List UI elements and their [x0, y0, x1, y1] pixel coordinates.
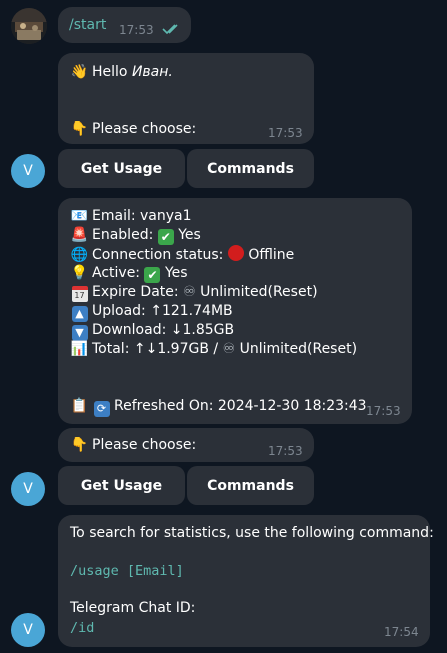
bot-avatar[interactable]: V [11, 472, 45, 506]
message-time: 17:53 [268, 126, 303, 140]
bot-message-usage: 📧 Email: vanya1 🚨 Enabled: ✔ Yes 🌐 Connecti… [58, 198, 412, 424]
download-line: ▼ Download: ↓1.85GB [70, 321, 234, 341]
commands-button[interactable]: Commands [187, 466, 314, 505]
chat-id-label: Telegram Chat ID: [70, 600, 196, 616]
commands-button[interactable]: Commands [187, 149, 314, 188]
upload-line: ▲ Upload: ↑121.74MB [70, 302, 233, 322]
user-message-text: /start [69, 17, 107, 33]
clipboard-icon: 📋 [70, 398, 89, 414]
expire-line: 17 Expire Date: ♾ Unlimited(Reset) [70, 283, 318, 302]
bot-message-commands: To search for statistics, use the follow… [58, 515, 434, 647]
siren-icon: 🚨 [70, 227, 89, 243]
get-usage-button[interactable]: Get Usage [58, 466, 185, 505]
message-time: 17:54 [384, 625, 419, 639]
active-line: 💡 Active: ✔ Yes [70, 265, 188, 283]
search-instructions: To search for statistics, use the follow… [70, 525, 434, 541]
total-line: 📊 Total: ↑↓1.97GB / ♾ Unlimited(Reset) [70, 341, 358, 357]
message-time: 17:53 [119, 23, 154, 37]
up-arrow-icon: ▲ [70, 302, 89, 322]
message-time: 17:53 [366, 404, 401, 418]
globe-icon: 🌐 [70, 247, 89, 263]
prompt-line: 👇 Please choose: [70, 437, 197, 453]
waving-hand-icon: 👋 [70, 64, 89, 80]
infinity-icon: ♾ [183, 284, 196, 300]
check-mark-icon: ✔ [144, 267, 161, 283]
refreshed-line: 📋 ⟳ Refreshed On: 2024-12-30 18:23:43 [70, 397, 367, 417]
bot-message-prompt: 👇 Please choose: 17:53 [58, 428, 314, 462]
pointing-down-icon: 👇 [70, 121, 89, 137]
user-avatar[interactable] [11, 8, 47, 44]
get-usage-button[interactable]: Get Usage [58, 149, 185, 188]
connection-line: 🌐 Connection status: Offline [70, 245, 295, 263]
bot-avatar[interactable]: V [11, 613, 45, 647]
down-arrow-icon: ▼ [70, 321, 89, 341]
user-avatar-image [11, 8, 47, 44]
enabled-line: 🚨 Enabled: ✔ Yes [70, 227, 201, 245]
bar-chart-icon: 📊 [70, 341, 89, 357]
user-name: Иван. [131, 64, 173, 80]
check-mark-icon: ✔ [157, 229, 174, 245]
message-time: 17:53 [268, 444, 303, 458]
bot-avatar[interactable]: V [11, 154, 45, 188]
greeting-line: 👋 Hello Иван. [70, 64, 173, 80]
red-circle-icon [227, 245, 244, 261]
prompt-line: 👇 Please choose: [70, 121, 197, 137]
infinity-icon: ♾ [222, 341, 236, 357]
usage-command[interactable]: /usage [Email] [70, 562, 184, 581]
calendar-icon: 17 [70, 283, 89, 302]
refresh-icon: ⟳ [92, 397, 111, 417]
light-bulb-icon: 💡 [70, 265, 89, 281]
double-check-icon [162, 24, 178, 35]
pointing-down-icon: 👇 [70, 437, 89, 453]
email-line: 📧 Email: vanya1 [70, 208, 192, 224]
bot-message-greeting: 👋 Hello Иван. 👇 Please choose: 17:53 [58, 53, 314, 144]
user-message-bubble[interactable]: /start 17:53 [58, 7, 191, 43]
email-icon: 📧 [70, 208, 89, 224]
id-command[interactable]: /id [70, 619, 94, 638]
